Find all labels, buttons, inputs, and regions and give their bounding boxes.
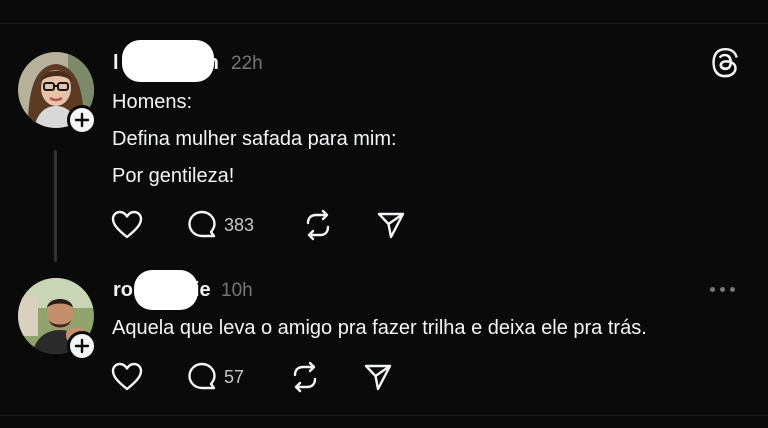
- reply-count: 383: [224, 214, 255, 235]
- repost-button[interactable]: [302, 209, 334, 241]
- post-text-line: Defina mulher safada para mim:: [112, 128, 397, 150]
- post-text-line: Aquela que leva o amigo pra fazer trilha…: [112, 317, 647, 339]
- bottom-divider: [0, 415, 768, 416]
- send-icon: [377, 212, 405, 239]
- post-text-line: Homens:: [112, 91, 193, 113]
- reply-button[interactable]: 57: [186, 361, 244, 393]
- redaction-overlay: [134, 270, 198, 310]
- plus-icon: [74, 338, 90, 354]
- post-time: 22h: [231, 53, 263, 74]
- more-dots-icon: [730, 287, 735, 292]
- heart-icon: [111, 362, 143, 391]
- more-dots-icon: [710, 287, 715, 292]
- share-button[interactable]: [363, 362, 393, 392]
- more-options-button[interactable]: [710, 287, 735, 292]
- repost-button[interactable]: [289, 361, 321, 393]
- comment-icon: [188, 210, 216, 238]
- post-time: 10h: [221, 280, 253, 301]
- repost-icon: [293, 361, 317, 393]
- repost-icon: [306, 209, 330, 241]
- post-text-line: Por gentileza!: [112, 165, 235, 187]
- reply-count: 57: [224, 366, 245, 387]
- like-button[interactable]: [111, 210, 143, 240]
- like-button[interactable]: [111, 362, 143, 392]
- plus-icon: [74, 112, 90, 128]
- top-divider: [0, 23, 768, 24]
- reply-button[interactable]: 383: [186, 209, 254, 241]
- more-dots-icon: [720, 287, 725, 292]
- follow-button[interactable]: [67, 331, 97, 361]
- share-button[interactable]: [376, 210, 406, 240]
- redaction-overlay: [122, 40, 214, 82]
- thread-connector: [54, 150, 57, 262]
- send-icon: [364, 364, 392, 391]
- comment-icon: [188, 362, 216, 390]
- follow-button[interactable]: [67, 105, 97, 135]
- threads-logo-icon[interactable]: [710, 47, 742, 84]
- heart-icon: [111, 210, 143, 239]
